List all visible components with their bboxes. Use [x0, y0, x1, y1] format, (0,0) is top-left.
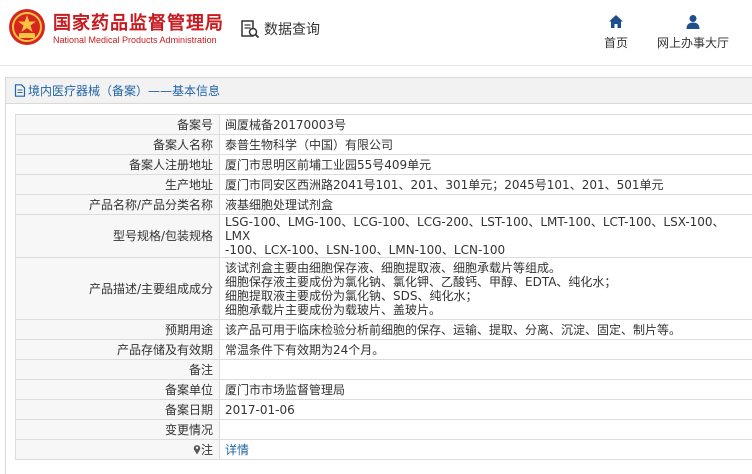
table-row: 产品名称/产品分类名称 液基细胞处理试剂盒: [15, 194, 752, 215]
row-label: 生产地址: [15, 174, 220, 195]
row-label: 产品名称/产品分类名称: [15, 194, 220, 215]
details-link[interactable]: 详情: [225, 443, 249, 457]
row-label: 变更情况: [15, 419, 220, 440]
table-row: 产品描述/主要组成成分 该试剂盒主要由细胞保存液、细胞提取液、细胞承载片等组成。…: [15, 257, 752, 320]
row-value: 常温条件下有效期为24个月。: [219, 339, 752, 360]
row-value: 厦门市思明区前埔工业园55号409单元: [219, 154, 752, 175]
row-value: 厦门市同安区西洲路2041号101、201、301单元；2045号101、201…: [219, 174, 752, 195]
row-value-multiline: 该试剂盒主要由细胞保存液、细胞提取液、细胞承载片等组成。 细胞保存液主要成份为氯…: [219, 257, 752, 320]
nav-home-label: 首页: [603, 36, 628, 50]
data-query-label: 数据查询: [264, 22, 320, 38]
value-line: -100、LCX-100、LSN-100、LMN-100、LCN-100: [225, 243, 506, 257]
home-icon: [609, 15, 623, 28]
table-row: 注 详情: [15, 439, 752, 460]
table-row: 备案人名称 泰普生物科学（中国）有限公司: [15, 134, 752, 155]
national-emblem-logo[interactable]: [8, 8, 46, 46]
row-value: 闽厦械备20170003号: [219, 114, 752, 135]
table-row: 备注: [15, 359, 752, 380]
row-value: 详情: [219, 439, 752, 460]
device-record-panel: 境内医疗器械（备案）——基本信息 备案号 闽厦械备20170003号 备案人名称…: [5, 77, 752, 474]
row-value-multiline: LSG-100、LMG-100、LCG-100、LCG-200、LST-100、…: [219, 214, 752, 258]
value-line: 细胞承载片主要成份为载玻片、盖玻片。: [225, 302, 442, 317]
nav-home[interactable]: 首页: [598, 14, 634, 51]
row-label: 备案日期: [15, 399, 220, 420]
table-row: 备案单位 厦门市市场监督管理局: [15, 379, 752, 400]
document-search-icon: [241, 20, 260, 39]
document-icon: [14, 84, 26, 97]
table-row: 产品存储及有效期 常温条件下有效期为24个月。: [15, 339, 752, 360]
panel-header: 境内医疗器械（备案）——基本信息: [6, 78, 752, 104]
table-row: 生产地址 厦门市同安区西洲路2041号101、201、301单元；2045号10…: [15, 174, 752, 195]
table-row: 备案日期 2017-01-06: [15, 399, 752, 420]
data-query-link[interactable]: 数据查询: [240, 19, 320, 39]
org-name-en: National Medical Products Administration: [53, 35, 217, 45]
row-label: 备案单位: [15, 379, 220, 400]
pin-icon: [193, 444, 201, 454]
row-value: 2017-01-06: [219, 399, 752, 420]
row-label: 型号规格/包装规格: [15, 214, 220, 258]
row-label: 备案人名称: [15, 134, 220, 155]
row-label-note: 注: [15, 439, 220, 460]
nav-online-service-hall[interactable]: 网上办事大厅: [650, 14, 736, 51]
row-value: 该产品可用于临床检验分析前细胞的保存、运输、提取、分离、沉淀、固定、制片等。: [219, 319, 752, 340]
user-icon: [686, 15, 700, 29]
row-value: 厦门市市场监督管理局: [219, 379, 752, 400]
nav-online-label: 网上办事大厅: [656, 36, 729, 50]
table-row: 型号规格/包装规格 LSG-100、LMG-100、LCG-100、LCG-20…: [15, 214, 752, 258]
value-line: 细胞提取液主要成份为氯化钠、SDS、纯化水；: [225, 288, 478, 303]
table-row: 备案号 闽厦械备20170003号: [15, 114, 752, 135]
value-line: LSG-100、LMG-100、LCG-100、LCG-200、LST-100、…: [225, 215, 725, 243]
row-label: 备案人注册地址: [15, 154, 220, 175]
row-value: [219, 419, 752, 440]
row-value: 液基细胞处理试剂盒: [219, 194, 752, 215]
row-value: 泰普生物科学（中国）有限公司: [219, 134, 752, 155]
panel-title: 境内医疗器械（备案）——基本信息: [28, 84, 221, 98]
value-line: 该试剂盒主要由细胞保存液、细胞提取液、细胞承载片等组成。: [225, 260, 562, 275]
org-name-cn: 国家药品监督管理局: [53, 13, 224, 34]
table-row: 变更情况: [15, 419, 752, 440]
site-header: 国家药品监督管理局 National Medical Products Admi…: [0, 0, 752, 66]
note-label: 注: [200, 442, 213, 457]
table-row: 预期用途 该产品可用于临床检验分析前细胞的保存、运输、提取、分离、沉淀、固定、制…: [15, 319, 752, 340]
row-label: 备案号: [15, 114, 220, 135]
value-line: 细胞保存液主要成份为氯化钠、氯化钾、乙酸钙、甲醇、EDTA、纯化水；: [225, 274, 617, 289]
row-label: 预期用途: [15, 319, 220, 340]
row-label: 产品描述/主要组成成分: [15, 257, 220, 320]
record-details-table: 备案号 闽厦械备20170003号 备案人名称 泰普生物科学（中国）有限公司 备…: [15, 114, 752, 460]
row-label: 备注: [15, 359, 220, 380]
row-value: [219, 359, 752, 380]
table-row: 备案人注册地址 厦门市思明区前埔工业园55号409单元: [15, 154, 752, 175]
row-label: 产品存储及有效期: [15, 339, 220, 360]
